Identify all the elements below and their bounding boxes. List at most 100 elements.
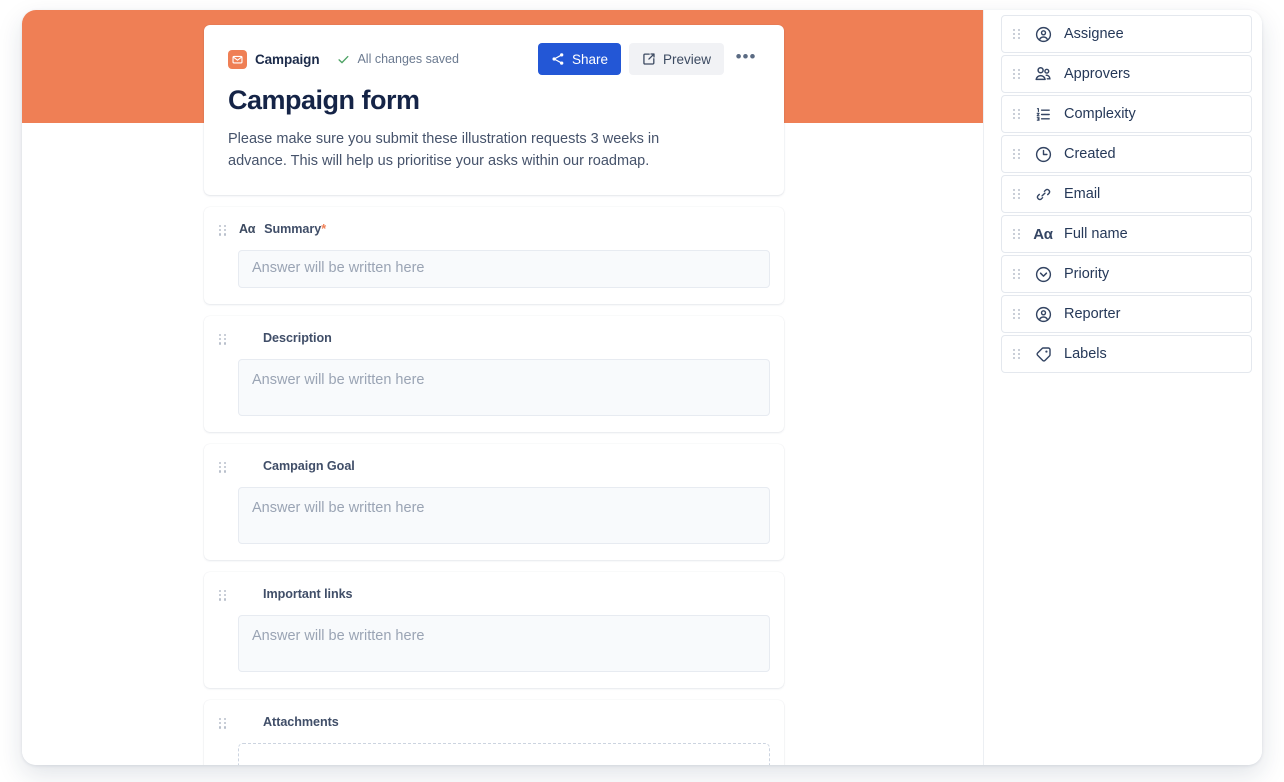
form-field-card[interactable]: Important links Answer will be written he…: [204, 571, 784, 688]
preview-button[interactable]: Preview: [628, 43, 724, 75]
tag-icon: [1035, 346, 1052, 363]
form-actions: Share Preview •••: [537, 43, 760, 75]
field-label-row: Campaign Goal: [238, 456, 770, 476]
form-field-card[interactable]: Description Answer will be written here: [204, 315, 784, 432]
users-icon: [1034, 65, 1052, 83]
cloud-upload-icon: [382, 762, 401, 765]
field-type-drag-handle[interactable]: [1012, 28, 1022, 40]
field-drag-handle[interactable]: [218, 461, 228, 544]
field-type-drag-handle[interactable]: [1012, 348, 1022, 360]
form-field-card[interactable]: Campaign Goal Answer will be written here: [204, 443, 784, 560]
field-type-drag-handle[interactable]: [1012, 68, 1022, 80]
field-type-drag-handle[interactable]: [1012, 268, 1022, 280]
field-type-icon: [1033, 264, 1053, 284]
field-type-item-email[interactable]: Email: [1001, 175, 1252, 213]
field-label: Campaign Goal: [263, 458, 355, 473]
field-label-row: Important links: [238, 584, 770, 604]
envelope-icon: [228, 49, 247, 69]
answer-input[interactable]: Answer will be written here: [238, 614, 770, 672]
field-type-drag-handle[interactable]: [1012, 188, 1022, 200]
campaign-project-chip[interactable]: Campaign: [228, 49, 320, 69]
attachment-dropzone-label: Attachments will be uploaded here: [411, 764, 625, 765]
preview-button-label: Preview: [662, 51, 711, 67]
field-type-item-reporter[interactable]: Reporter: [1001, 295, 1252, 333]
field-type-icon: [1033, 304, 1053, 324]
field-label: Summary*: [264, 221, 327, 236]
field-type-sidebar[interactable]: Assignee Approvers Complexity Created Email A…: [983, 10, 1262, 765]
clock-icon: [1035, 146, 1052, 163]
attachment-dropzone[interactable]: Attachments will be uploaded here: [238, 742, 770, 765]
field-type-label: Email: [1064, 186, 1101, 202]
field-type-item-full-name[interactable]: Aα Full name: [1001, 215, 1252, 253]
field-body: Aα Summary* Answer will be written here: [238, 219, 770, 288]
field-body: Attachments Attachments will be uploaded …: [238, 712, 770, 765]
field-type-label: Approvers: [1064, 66, 1131, 82]
field-body: Important links Answer will be written he…: [238, 584, 770, 672]
field-type-item-complexity[interactable]: Complexity: [1001, 95, 1252, 133]
field-drag-handle[interactable]: [218, 224, 228, 288]
field-type-item-created[interactable]: Created: [1001, 135, 1252, 173]
field-type-drag-handle[interactable]: [1012, 108, 1022, 120]
share-button[interactable]: Share: [537, 43, 621, 75]
external-link-icon: [642, 52, 656, 66]
text-aa-icon: Aα: [1033, 225, 1053, 243]
field-label-row: Attachments: [238, 712, 770, 732]
field-type-icon: [1033, 64, 1053, 84]
field-type-label: Assignee: [1064, 26, 1124, 42]
answer-placeholder: Answer will be written here: [252, 371, 425, 388]
field-type-item-labels[interactable]: Labels: [1001, 335, 1252, 373]
paragraph-icon: [239, 458, 254, 473]
answer-input[interactable]: Answer will be written here: [238, 486, 770, 544]
link-icon: [239, 586, 254, 601]
field-type-label: Reporter: [1064, 306, 1121, 322]
field-type-label: Labels: [1064, 346, 1107, 362]
form-field-card[interactable]: Aα Summary* Answer will be written here: [204, 206, 784, 304]
field-type-item-priority[interactable]: Priority: [1001, 255, 1252, 293]
form-field-card[interactable]: Attachments Attachments will be uploaded …: [204, 699, 784, 765]
page-title: Campaign form: [228, 85, 420, 115]
required-marker: *: [321, 221, 327, 236]
field-type-icon: Aα: [1033, 224, 1053, 244]
answer-placeholder: Answer will be written here: [252, 627, 425, 644]
field-label-row: Aα Summary*: [238, 219, 770, 239]
field-label: Important links: [263, 586, 353, 601]
form-description: Please make sure you submit these illust…: [228, 131, 660, 170]
field-type-drag-handle[interactable]: [1012, 228, 1022, 240]
field-drag-handle[interactable]: [218, 333, 228, 416]
answer-input[interactable]: Answer will be written here: [238, 358, 770, 416]
field-drag-handle[interactable]: [218, 589, 228, 672]
field-type-label: Complexity: [1064, 106, 1136, 122]
ordered-list-icon: [1035, 106, 1052, 123]
field-type-label: Created: [1064, 146, 1116, 162]
field-label-row: Description: [238, 328, 770, 348]
share-button-label: Share: [571, 51, 608, 67]
field-type-drag-handle[interactable]: [1012, 148, 1022, 160]
field-type-icon: [1033, 144, 1053, 164]
field-type-icon: [1033, 104, 1053, 124]
user-circle-icon: [1035, 26, 1052, 43]
app-window: Campaign All changes saved Share Preview…: [22, 10, 1262, 765]
field-type-item-approvers[interactable]: Approvers: [1001, 55, 1252, 93]
text-aa-icon: Aα: [239, 221, 256, 236]
save-status: All changes saved: [337, 52, 459, 66]
field-drag-handle[interactable]: [218, 717, 228, 765]
form-scroll-area[interactable]: Campaign All changes saved Share Preview…: [22, 10, 983, 765]
answer-placeholder: Answer will be written here: [252, 499, 425, 516]
paperclip-icon: [239, 714, 254, 729]
form-column: Campaign All changes saved Share Preview…: [204, 10, 784, 765]
chevron-circle-down-icon: [1035, 266, 1052, 283]
answer-input[interactable]: Answer will be written here: [238, 249, 770, 288]
field-label: Description: [263, 330, 332, 345]
field-label: Attachments: [263, 714, 339, 729]
more-options-button[interactable]: •••: [732, 45, 760, 73]
check-icon: [337, 53, 350, 66]
paragraph-icon: [239, 330, 254, 345]
field-body: Campaign Goal Answer will be written here: [238, 456, 770, 544]
form-header-card: Campaign All changes saved Share Preview…: [204, 25, 784, 195]
field-type-icon: [1033, 344, 1053, 364]
field-type-icon: [1033, 24, 1053, 44]
save-status-label: All changes saved: [357, 52, 459, 66]
field-type-item-assignee[interactable]: Assignee: [1001, 15, 1252, 53]
field-type-drag-handle[interactable]: [1012, 308, 1022, 320]
form-field-list: Aα Summary* Answer will be written here Des…: [204, 206, 784, 765]
